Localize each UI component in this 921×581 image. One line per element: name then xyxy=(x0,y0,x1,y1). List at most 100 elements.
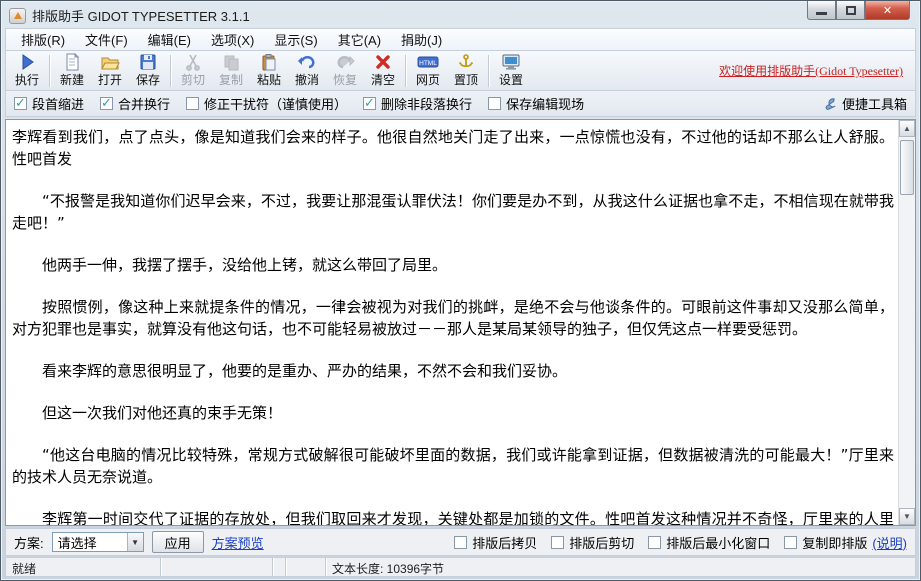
toolbar-separator xyxy=(405,54,406,87)
redo-label: 恢复 xyxy=(332,73,357,87)
minimize-button[interactable] xyxy=(807,1,836,20)
close-button[interactable]: ✕ xyxy=(865,1,910,20)
checkbox-label: 排版后剪切 xyxy=(569,535,635,551)
pin-top-label: 置顶 xyxy=(453,73,478,87)
cut-button[interactable]: 剪切 xyxy=(174,52,212,90)
status-cell-empty xyxy=(161,558,273,576)
help-link[interactable]: (说明) xyxy=(872,533,907,552)
checkbox-box[interactable] xyxy=(100,95,114,111)
chevron-down-icon[interactable]: ▼ xyxy=(126,533,143,551)
undo-label: 撤消 xyxy=(294,73,319,87)
checkbox-box[interactable] xyxy=(454,535,468,549)
undo-icon xyxy=(297,53,317,71)
checkbox-label: 排版后拷贝 xyxy=(472,535,538,551)
checkbox-label: 排版后最小化窗口 xyxy=(666,535,771,551)
checkbox-remove-nonparagraph-breaks[interactable]: 删除非段落换行 xyxy=(363,94,472,113)
checkbox-box[interactable] xyxy=(551,535,565,549)
scheme-dropdown[interactable]: 请选择 ▼ xyxy=(51,532,144,552)
web-button[interactable]: HTML 网页 xyxy=(409,52,447,90)
menu-display[interactable]: 显示(S) xyxy=(265,28,326,51)
undo-button[interactable]: 撤消 xyxy=(288,52,326,90)
web-label: 网页 xyxy=(415,73,440,87)
checkbox-box[interactable] xyxy=(14,95,27,111)
toolbar: 执行 新建 打开 保存 剪切 复制 粘贴 撤消 恢复 清空 HTML 网页 置顶… xyxy=(5,51,916,91)
toolbar-separator xyxy=(170,54,171,87)
checkbox-box[interactable] xyxy=(488,97,502,110)
status-text-length: 文本长度: 10396字节 xyxy=(332,562,445,576)
welcome-link[interactable]: 欢迎使用排版助手(Gidot Typesetter) xyxy=(719,64,903,78)
vertical-scrollbar[interactable]: ▲ ▼ xyxy=(898,120,915,525)
paragraph: 李辉第一时间交代了证据的存放处，但我们取回来才发现，关键处都是加锁的文件。性吧首… xyxy=(42,510,894,525)
svg-text:HTML: HTML xyxy=(419,60,437,67)
open-label: 打开 xyxy=(97,73,122,87)
checkbox-copy-after-typeset[interactable]: 排版后拷贝 xyxy=(454,533,537,552)
run-label: 执行 xyxy=(14,73,39,87)
checkbox-label: 删除非段落换行 xyxy=(381,97,473,112)
status-cell-empty xyxy=(286,558,326,576)
checkbox-box[interactable] xyxy=(363,95,377,111)
checkbox-indent-first-line[interactable]: 段首缩进 xyxy=(14,94,84,113)
checkbox-box[interactable] xyxy=(648,535,662,549)
copy-button[interactable]: 复制 xyxy=(212,52,250,90)
checkbox-label: 修正干扰符（谨慎使用） xyxy=(204,97,348,112)
title-bar: 排版助手 GIDOT TYPESETTER 3.1.1 ✕ xyxy=(1,1,920,28)
checkbox-typeset-on-copy[interactable]: 复制即排版 (说明) xyxy=(784,533,907,552)
scroll-up-button[interactable]: ▲ xyxy=(899,120,915,137)
redo-button[interactable]: 恢复 xyxy=(326,52,364,90)
scheme-bar: 方案: 请选择 ▼ 应用 方案预览 排版后拷贝 排版后剪切 排版后最小化窗口 复… xyxy=(5,528,916,556)
new-label: 新建 xyxy=(59,73,84,87)
menu-typeset[interactable]: 排版(R) xyxy=(12,28,74,51)
settings-icon xyxy=(501,53,521,71)
checkbox-cut-after-typeset[interactable]: 排版后剪切 xyxy=(551,533,634,552)
menu-edit[interactable]: 编辑(E) xyxy=(139,28,200,51)
status-cell-empty xyxy=(273,558,286,576)
menu-bar: 排版(R) 文件(F) 编辑(E) 选项(X) 显示(S) 其它(A) 捐助(J… xyxy=(5,28,916,51)
apply-button[interactable]: 应用 xyxy=(151,531,204,553)
options-bar: 段首缩进 合并换行 修正干扰符（谨慎使用） 删除非段落换行 保存编辑现场 便捷工… xyxy=(5,91,916,117)
pin-top-icon xyxy=(457,53,475,71)
paste-label: 粘贴 xyxy=(256,73,281,87)
checkbox-box[interactable] xyxy=(186,97,200,110)
settings-button[interactable]: 设置 xyxy=(492,52,530,90)
settings-label: 设置 xyxy=(498,73,523,87)
run-icon xyxy=(18,53,36,71)
scheme-dropdown-value: 请选择 xyxy=(57,535,97,551)
run-button[interactable]: 执行 xyxy=(8,52,46,90)
menu-other[interactable]: 其它(A) xyxy=(329,28,390,51)
checkbox-save-editing-session[interactable]: 保存编辑现场 xyxy=(488,94,584,113)
clear-icon xyxy=(374,53,392,71)
menu-options[interactable]: 选项(X) xyxy=(202,28,263,51)
paragraph: 看来李辉的意思很明显了，他要的是重办、严办的结果，不然不会和我们妥协。 xyxy=(42,362,568,380)
open-button[interactable]: 打开 xyxy=(91,52,129,90)
paragraph: 李辉看到我们，点了点头，像是知道我们会来的样子。他很自然地关门走了出来，一点惊慌… xyxy=(12,128,894,168)
paragraph: “他这台电脑的情况比较特殊，常规方式破解很可能破坏里面的数据，我们或许能拿到证据… xyxy=(12,446,894,486)
scroll-down-button[interactable]: ▼ xyxy=(899,508,915,525)
paste-button[interactable]: 粘贴 xyxy=(250,52,288,90)
web-icon: HTML xyxy=(417,53,439,71)
checkbox-fix-interference[interactable]: 修正干扰符（谨慎使用） xyxy=(186,94,347,113)
copy-icon xyxy=(222,53,240,71)
checkbox-label: 保存编辑现场 xyxy=(506,97,585,112)
menu-donate[interactable]: 捐助(J) xyxy=(392,28,451,51)
maximize-button[interactable] xyxy=(836,1,865,20)
scheme-preview-link[interactable]: 方案预览 xyxy=(212,533,264,552)
pin-top-button[interactable]: 置顶 xyxy=(447,52,485,90)
checkbox-box[interactable] xyxy=(784,535,798,549)
quick-toolbox-button[interactable]: 便捷工具箱 xyxy=(821,94,907,113)
menu-file[interactable]: 文件(F) xyxy=(76,28,137,51)
scheme-label: 方案: xyxy=(14,535,44,551)
checkbox-merge-linebreaks[interactable]: 合并换行 xyxy=(100,94,170,113)
new-button[interactable]: 新建 xyxy=(53,52,91,90)
window-title: 排版助手 GIDOT TYPESETTER 3.1.1 xyxy=(32,9,250,24)
cut-icon xyxy=(184,53,202,71)
scrollbar-thumb[interactable] xyxy=(900,140,914,195)
save-button[interactable]: 保存 xyxy=(129,52,167,90)
clear-button[interactable]: 清空 xyxy=(364,52,402,90)
save-label: 保存 xyxy=(135,73,160,87)
open-folder-icon xyxy=(100,53,120,71)
checkbox-minimize-after-typeset[interactable]: 排版后最小化窗口 xyxy=(648,533,770,552)
text-editor[interactable]: 李辉看到我们，点了点头，像是知道我们会来的样子。他很自然地关门走了出来，一点惊慌… xyxy=(6,120,898,525)
checkbox-label: 复制即排版 xyxy=(802,535,868,551)
copy-label: 复制 xyxy=(218,73,243,87)
welcome-area: 欢迎使用排版助手(Gidot Typesetter) xyxy=(719,62,903,79)
